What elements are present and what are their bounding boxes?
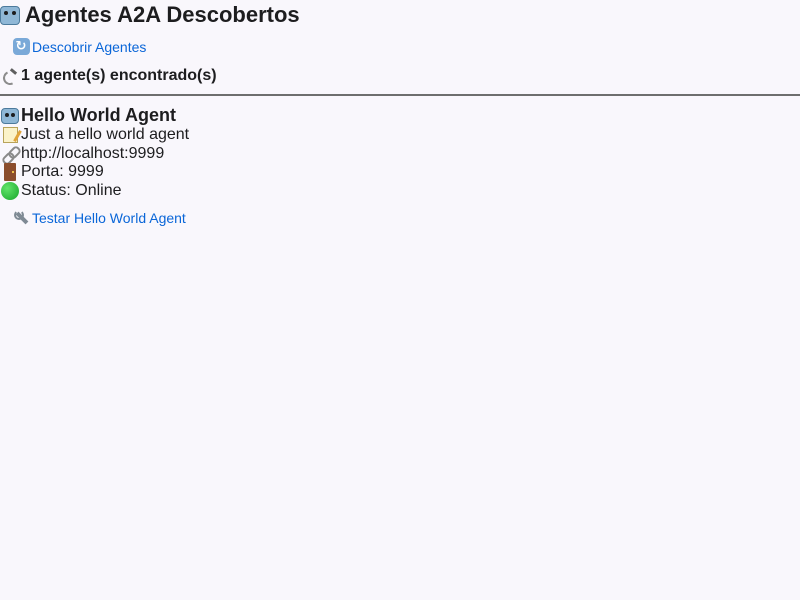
- memo-icon: [0, 127, 20, 144]
- agent-port: Porta: 9999: [21, 163, 104, 181]
- page-title: Agentes A2A Descobertos: [25, 2, 300, 27]
- discover-agents-label: Descobrir Agentes: [32, 38, 147, 55]
- agent-url-row: http://localhost:9999: [0, 145, 400, 164]
- test-agent-button[interactable]: Testar Hello World Agent: [11, 209, 186, 226]
- agent-port-row: Porta: 9999: [0, 163, 400, 182]
- agent-description-row: Just a hello world agent: [0, 126, 400, 145]
- door-icon: [0, 163, 20, 182]
- page-title-row: Agentes A2A Descobertos: [0, 2, 300, 28]
- test-agent-label: Testar Hello World Agent: [32, 209, 186, 226]
- agent-status: Status: Online: [21, 181, 122, 199]
- agent-count-heading: 1 agente(s) encontrado(s): [0, 67, 217, 85]
- robot-icon: [0, 5, 20, 25]
- agent-url: http://localhost:9999: [21, 144, 165, 162]
- divider: [0, 94, 800, 96]
- agent-description: Just a hello world agent: [21, 126, 190, 144]
- robot-icon: [0, 107, 20, 124]
- green-circle-icon: [0, 181, 20, 200]
- link-icon: [0, 146, 20, 162]
- agent-status-row: Status: Online: [0, 181, 400, 201]
- page: Agentes A2A Descobertos ↻ Descobrir Agen…: [0, 0, 800, 600]
- satellite-antenna-icon: [0, 68, 20, 84]
- refresh-icon: ↻: [11, 38, 31, 55]
- agent-name: Hello World Agent: [21, 105, 176, 125]
- agent-card: Hello World Agent Just a hello world age…: [0, 105, 400, 200]
- discover-agents-button[interactable]: ↻ Descobrir Agentes: [11, 38, 146, 55]
- wrench-icon: [11, 209, 31, 226]
- agent-name-row: Hello World Agent: [0, 105, 400, 126]
- agent-count-text: 1 agente(s) encontrado(s): [21, 67, 217, 84]
